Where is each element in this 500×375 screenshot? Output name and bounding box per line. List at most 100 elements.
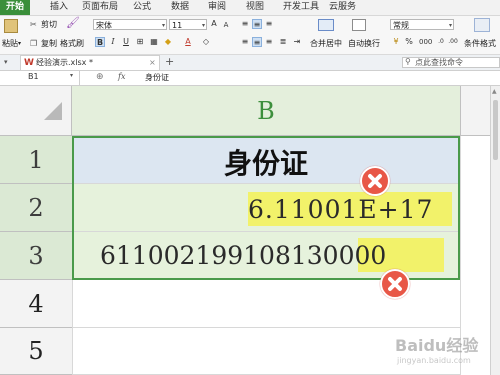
cell-b3-leading-digits: 611002199108130	[100, 241, 339, 270]
tab-data[interactable]: 数据	[171, 1, 189, 14]
conditional-format-icon[interactable]	[474, 18, 490, 32]
distributed-align-icon[interactable]: ≣	[278, 37, 288, 47]
copy-icon[interactable]: ❐	[30, 39, 37, 49]
underline-button[interactable]: U	[121, 37, 131, 47]
merge-center-icon[interactable]	[318, 19, 334, 31]
row-header-1[interactable]: 1	[0, 136, 72, 184]
copy-button[interactable]: 复制	[41, 39, 57, 49]
number-format-select[interactable]: 常规 ▾	[390, 19, 454, 30]
font-name-select[interactable]: 宋体 ▾	[93, 19, 167, 30]
paste-icon[interactable]	[4, 19, 18, 33]
row-header-2[interactable]: 2	[0, 184, 72, 232]
tab-view[interactable]: 视图	[246, 1, 264, 14]
chevron-down-icon: ▾	[201, 22, 205, 29]
cell-b1-text: 身份证	[223, 147, 308, 180]
error-x-icon	[360, 166, 390, 196]
cell-b2-text: 6.11001E+17	[248, 195, 434, 224]
thousands-separator-icon[interactable]: 000	[419, 37, 432, 47]
tab-formulas[interactable]: 公式	[133, 1, 151, 14]
add-tab-button[interactable]: +	[165, 56, 174, 67]
formula-bar: B1 ▾ ⊕ fx 身份证	[0, 71, 500, 86]
clear-format-icon[interactable]: ◇	[201, 37, 211, 47]
row-header-5[interactable]: 5	[0, 328, 72, 375]
conditional-format-button[interactable]: 条件格式	[464, 39, 496, 49]
tab-developer[interactable]: 开发工具	[283, 1, 319, 14]
row-header-4[interactable]: 4	[0, 280, 72, 328]
spreadsheet-grid: B ▲ 1 身份证 2 6.11001E+17 3 61100219910813…	[0, 86, 500, 375]
row-header-3[interactable]: 3	[0, 232, 72, 280]
currency-icon[interactable]: ¥	[391, 37, 401, 47]
watermark-line1: Baidu经验	[395, 336, 479, 355]
merge-center-button[interactable]: 合并居中	[310, 39, 342, 49]
tab-cloud[interactable]: 云服务	[329, 1, 356, 14]
increase-decimal-icon[interactable]: .0	[436, 37, 446, 47]
align-right-icon[interactable]: ≡	[264, 37, 274, 47]
close-tab-icon[interactable]: ×	[149, 56, 156, 70]
menu-chevron-icon[interactable]: ▾	[4, 57, 8, 67]
paste-button[interactable]: 粘贴	[2, 39, 18, 49]
column-header-c[interactable]	[460, 86, 490, 136]
chevron-down-icon: ▾	[448, 22, 452, 29]
command-search-placeholder: 点此查找命令	[415, 58, 463, 67]
percent-icon[interactable]: %	[404, 37, 414, 47]
format-painter-icon[interactable]: 🖌	[66, 17, 80, 28]
font-name-value: 宋体	[96, 21, 112, 30]
fill-color-icon[interactable]: ◆	[163, 37, 173, 47]
command-search-field[interactable]: ⚲ 点此查找命令	[402, 57, 500, 68]
number-format-value: 常规	[393, 21, 409, 30]
document-tab-title: 经验演示.xlsx *	[36, 58, 93, 67]
font-size-select[interactable]: 11 ▾	[169, 19, 207, 30]
paste-dropdown-icon[interactable]: ▾	[18, 39, 21, 49]
watermark-line2: jingyan.baidu.com	[397, 356, 471, 365]
bold-button[interactable]: B	[95, 37, 105, 47]
tab-home[interactable]: 开始	[0, 0, 31, 15]
tab-insert[interactable]: 插入	[50, 1, 68, 14]
fx-icon[interactable]: fx	[118, 72, 125, 81]
wrap-text-button[interactable]: 自动换行	[348, 39, 380, 49]
vertical-scrollbar[interactable]: ▲	[490, 86, 500, 375]
scroll-up-icon[interactable]: ▲	[492, 88, 497, 95]
decrease-decimal-icon[interactable]: .00	[448, 37, 458, 47]
tab-review[interactable]: 审阅	[208, 1, 226, 14]
wps-logo-icon: W	[24, 58, 34, 68]
zoom-icon[interactable]: ⊕	[96, 72, 104, 82]
format-painter-button[interactable]: 格式刷	[60, 39, 84, 49]
column-header-b[interactable]: B	[72, 86, 460, 136]
scissors-icon[interactable]: ✂	[30, 20, 37, 30]
grid-line	[72, 280, 73, 375]
indent-icon[interactable]: ⇥	[292, 37, 302, 47]
cell-b3-text: 611002199108130000	[100, 241, 386, 270]
tab-page-layout[interactable]: 页面布局	[82, 1, 118, 14]
cut-button[interactable]: 剪切	[41, 20, 57, 30]
ribbon-tab-bar: 开始 插入 页面布局 公式 数据 审阅 视图 开发工具 云服务	[0, 0, 500, 16]
cell-b1[interactable]: 身份证	[72, 136, 460, 184]
name-box-value: B1	[28, 72, 39, 81]
font-color-icon[interactable]: A	[183, 37, 193, 47]
font-grow-icon[interactable]: A	[209, 19, 219, 29]
wrap-text-icon[interactable]	[352, 19, 366, 31]
document-tab-bar: ▾ W 经验演示.xlsx * × + ⚲ 点此查找命令	[0, 55, 500, 71]
formula-content[interactable]: 身份证	[145, 72, 169, 83]
align-left-icon[interactable]: ≡	[240, 37, 250, 47]
cell-b3-trailing-zeros: 000	[338, 241, 387, 270]
search-icon: ⚲	[405, 57, 411, 66]
corner-triangle-icon	[44, 102, 62, 120]
font-size-value: 11	[172, 21, 183, 30]
cell-b2[interactable]: 6.11001E+17	[72, 184, 460, 232]
ribbon-toolbar: 粘贴 ▾ ✂ 剪切 ❐ 复制 🖌 格式刷 宋体 ▾ 11 ▾ A A B I U…	[0, 16, 500, 55]
align-center-icon[interactable]: ≡	[252, 37, 262, 47]
cell-style-icon[interactable]: ▦	[149, 37, 159, 47]
font-shrink-icon[interactable]: A	[221, 20, 231, 30]
align-top-icon[interactable]: ≡	[240, 19, 250, 29]
chevron-down-icon[interactable]: ▾	[70, 72, 73, 79]
select-all-corner[interactable]	[0, 86, 72, 136]
scrollbar-thumb[interactable]	[493, 100, 498, 160]
error-x-icon	[380, 269, 410, 299]
baidu-watermark: Baidu经验 jingyan.baidu.com	[395, 332, 487, 372]
border-icon[interactable]: ⊞	[135, 37, 145, 47]
name-box[interactable]: B1 ▾	[0, 71, 80, 85]
align-middle-icon[interactable]: ≡	[252, 19, 262, 29]
align-bottom-icon[interactable]: ≡	[264, 19, 274, 29]
document-tab[interactable]: W 经验演示.xlsx * ×	[20, 55, 160, 70]
italic-button[interactable]: I	[108, 37, 118, 47]
